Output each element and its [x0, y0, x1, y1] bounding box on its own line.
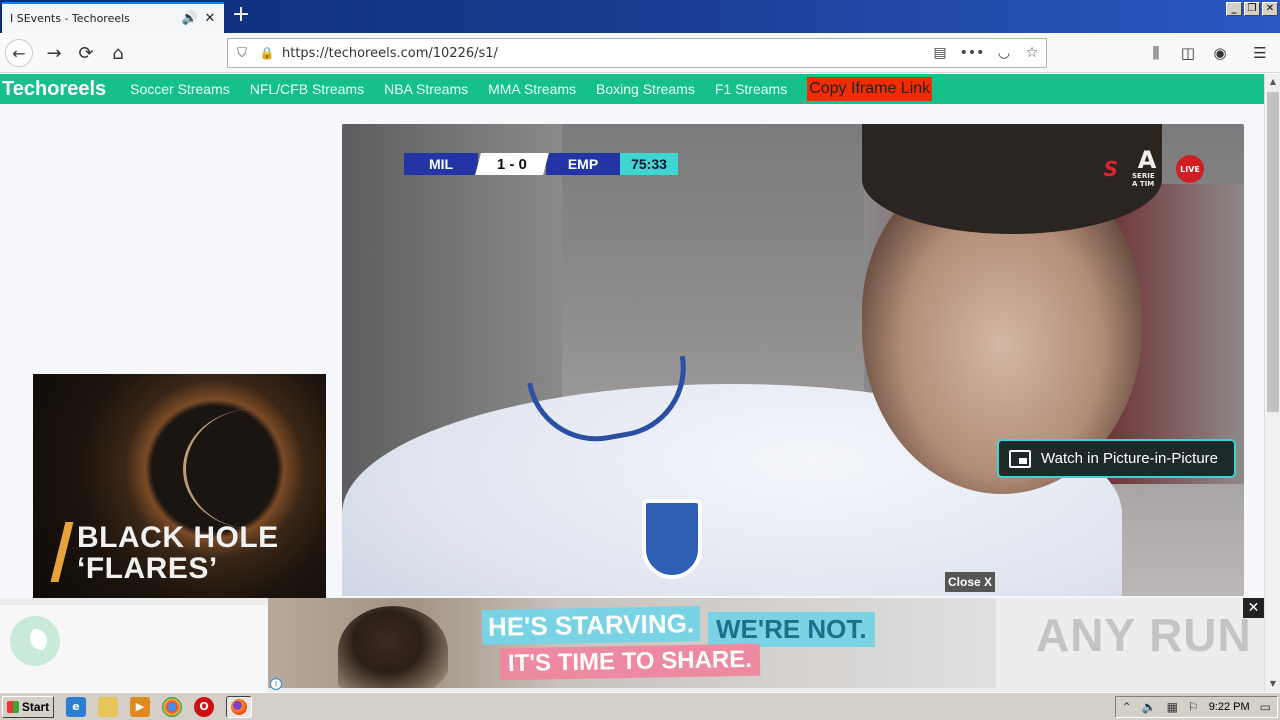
- back-button[interactable]: ←: [5, 39, 33, 67]
- nav-soccer-streams[interactable]: Soccer Streams: [130, 81, 230, 97]
- show-desktop-icon[interactable]: ▭: [1260, 700, 1271, 714]
- start-label: Start: [21, 699, 50, 714]
- supersport-logo-icon: S: [1103, 157, 1118, 181]
- window-controls: _ ❐ ✕: [1226, 2, 1278, 16]
- ad-headline-line1: BLACK HOLE: [77, 521, 279, 554]
- windows-taskbar: Start e ▶ O ⌃ 🔈 ▦ ⚐ 9:22 PM ▭: [0, 692, 1280, 720]
- windows-flag-icon: [6, 700, 19, 713]
- lock-icon[interactable]: 🔒: [256, 46, 278, 60]
- navigation-bar: ← → ⟳ ⌂ ⛉ 🔒 https://techoreels.com/10226…: [0, 33, 1280, 73]
- new-tab-button[interactable]: +: [230, 4, 252, 27]
- shield-icon[interactable]: ⛉: [228, 46, 256, 61]
- close-window-button[interactable]: ✕: [1262, 2, 1278, 16]
- flag-notification-icon[interactable]: ⚐: [1188, 700, 1199, 714]
- tab-close-icon[interactable]: ✕: [202, 11, 218, 27]
- score-value: 1 - 0: [496, 155, 527, 173]
- address-bar[interactable]: ⛉ 🔒 https://techoreels.com/10226/s1/ ▤ •…: [227, 38, 1047, 68]
- site-navbar: Techoreels Soccer Streams NFL/CFB Stream…: [0, 74, 1264, 104]
- ad-headline: BLACK HOLE ‘FLARES’: [77, 522, 279, 584]
- firefox-taskbar-button[interactable]: [226, 695, 252, 718]
- home-button[interactable]: ⌂: [104, 39, 132, 67]
- club-crest: [642, 499, 702, 579]
- restore-button[interactable]: ❐: [1244, 2, 1260, 16]
- match-clock: 75:33: [620, 153, 678, 175]
- nav-nba-streams[interactable]: NBA Streams: [384, 81, 468, 97]
- dark-mode-moon-icon[interactable]: [10, 616, 60, 666]
- ad-info-icon[interactable]: i: [270, 678, 282, 690]
- banner-left-area: [0, 605, 268, 692]
- tray-clock[interactable]: 9:22 PM: [1209, 701, 1250, 713]
- pip-icon: [1009, 449, 1031, 468]
- media-player-icon[interactable]: ▶: [130, 696, 150, 717]
- site-brand[interactable]: Techoreels: [0, 78, 106, 101]
- flare-graphic: [183, 409, 323, 529]
- explorer-folder-icon[interactable]: [98, 696, 118, 717]
- black-hole-ad[interactable]: BLACK HOLE ‘FLARES’: [33, 374, 326, 600]
- ad-line-starving: HE'S STARVING.: [481, 606, 701, 645]
- serie-a-logo-icon: A SERIE A TIM: [1132, 148, 1162, 190]
- score-result: 1 - 0: [475, 153, 549, 175]
- video-player[interactable]: MIL 1 - 0 EMP 75:33 S A SERIE A TIM LIVE …: [342, 124, 1244, 596]
- away-team: EMP: [546, 153, 620, 175]
- nav-f1-streams[interactable]: F1 Streams: [715, 81, 787, 97]
- sidebar-icon[interactable]: ◫: [1176, 41, 1200, 65]
- tray-expand-icon[interactable]: ⌃: [1122, 700, 1132, 714]
- nav-nfl-cfb-streams[interactable]: NFL/CFB Streams: [250, 81, 364, 97]
- reader-view-icon[interactable]: ▤: [926, 45, 954, 61]
- scroll-down-arrow-icon[interactable]: ▼: [1265, 676, 1280, 692]
- scroll-thumb[interactable]: [1267, 92, 1279, 412]
- menu-icon[interactable]: ☰: [1248, 41, 1272, 65]
- volume-icon[interactable]: 🔈: [1142, 700, 1157, 714]
- firefox-icon: [231, 698, 247, 715]
- chrome-icon[interactable]: [162, 696, 182, 717]
- vertical-scrollbar[interactable]: ▲ ▼: [1264, 74, 1280, 692]
- pocket-icon[interactable]: ◡: [990, 45, 1018, 61]
- ad-headline-line2: ‘FLARES’: [77, 552, 218, 585]
- tab-title: I SEvents - Techoreels: [10, 12, 130, 25]
- account-icon[interactable]: ◉: [1208, 41, 1232, 65]
- charity-ad-image[interactable]: HE'S STARVING. WE'RE NOT. IT'S TIME TO S…: [268, 598, 996, 688]
- serie-a-caption: SERIE A TIM: [1132, 172, 1155, 188]
- pip-label: Watch in Picture-in-Picture: [1041, 450, 1218, 467]
- ie-icon[interactable]: e: [66, 696, 86, 717]
- copy-iframe-link-button[interactable]: Copy Iframe Link: [807, 77, 933, 101]
- close-ad-button[interactable]: Close X: [945, 572, 995, 592]
- nav-boxing-streams[interactable]: Boxing Streams: [596, 81, 695, 97]
- network-icon[interactable]: ▦: [1167, 700, 1178, 714]
- nav-mma-streams[interactable]: MMA Streams: [488, 81, 576, 97]
- start-button[interactable]: Start: [2, 695, 54, 718]
- url-text[interactable]: https://techoreels.com/10226/s1/: [278, 46, 926, 61]
- scoreboard: MIL 1 - 0 EMP 75:33: [404, 153, 678, 175]
- broadcast-logos: S A SERIE A TIM LIVE: [1104, 148, 1204, 190]
- live-badge: LIVE: [1176, 155, 1204, 183]
- home-team: MIL: [404, 153, 478, 175]
- speaker-icon[interactable]: 🔊: [182, 11, 198, 27]
- screen: I SEvents - Techoreels 🔊 ✕ + _ ❐ ✕ ← → ⟳…: [0, 0, 1280, 720]
- browser-tab[interactable]: I SEvents - Techoreels 🔊 ✕: [2, 2, 224, 33]
- banner-close-button[interactable]: ✕: [1243, 598, 1264, 618]
- opera-icon[interactable]: O: [194, 696, 214, 717]
- reload-button[interactable]: ⟳: [72, 39, 100, 67]
- picture-in-picture-button[interactable]: Watch in Picture-in-Picture: [997, 439, 1236, 478]
- ad-line-were-not: WE'RE NOT.: [708, 612, 875, 647]
- scroll-up-arrow-icon[interactable]: ▲: [1265, 74, 1280, 90]
- anyrun-watermark: ANY RUN: [1036, 609, 1252, 661]
- library-icon[interactable]: ⫼: [1144, 41, 1168, 65]
- bookmark-star-icon[interactable]: ☆: [1018, 45, 1046, 61]
- minimize-button[interactable]: _: [1226, 2, 1242, 16]
- bottom-banner-ad: HE'S STARVING. WE'RE NOT. IT'S TIME TO S…: [0, 598, 1264, 692]
- ad-accent-bar: [50, 522, 74, 582]
- ad-line-time-to-share: IT'S TIME TO SHARE.: [499, 643, 761, 681]
- tab-strip: I SEvents - Techoreels 🔊 ✕ + _ ❐ ✕: [0, 0, 1280, 33]
- child-photo: [338, 606, 448, 688]
- system-tray: ⌃ 🔈 ▦ ⚐ 9:22 PM ▭: [1114, 696, 1278, 718]
- forward-button[interactable]: →: [40, 39, 68, 67]
- more-actions-icon[interactable]: •••: [954, 45, 990, 61]
